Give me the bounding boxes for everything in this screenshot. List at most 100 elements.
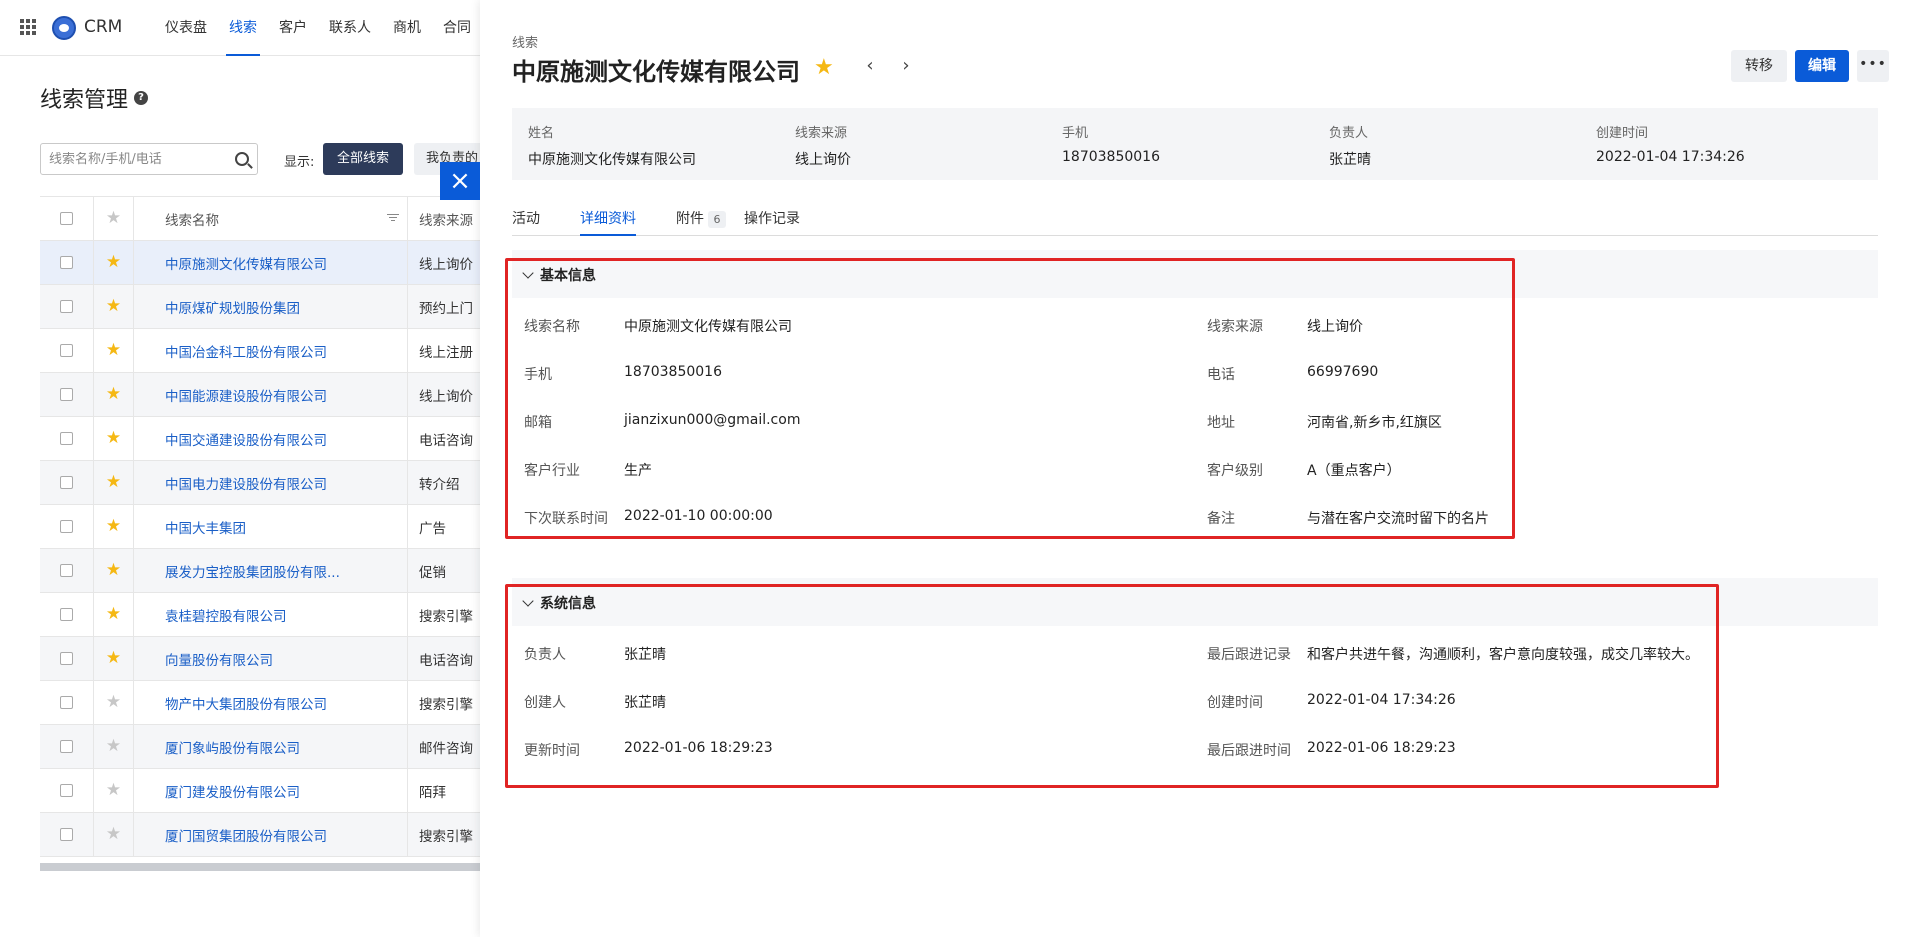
edit-button[interactable]: 编辑 — [1795, 50, 1849, 82]
star-filled-icon[interactable]: ★ — [106, 342, 121, 359]
field-value: 66997690 — [1307, 364, 1379, 380]
lead-name-link[interactable]: 中国能源建设股份有限公司 — [134, 373, 408, 416]
star-header-icon: ★ — [105, 208, 122, 228]
next-record-button[interactable]: › — [896, 54, 916, 78]
star-outline-icon[interactable]: ★ — [106, 826, 121, 843]
field-label: 客户级别 — [1207, 463, 1263, 479]
lead-name-link[interactable]: 中国交通建设股份有限公司 — [134, 417, 408, 460]
star-filled-icon[interactable]: ★ — [106, 298, 121, 315]
table-row[interactable]: ★ 中国电力建设股份有限公司 转介绍 — [40, 461, 480, 505]
row-checkbox[interactable] — [60, 344, 73, 357]
previous-record-button[interactable]: ‹ — [860, 54, 880, 78]
star-outline-icon[interactable]: ★ — [106, 738, 121, 755]
table-row[interactable]: ★ 袁桂碧控股有限公司 搜索引擎 — [40, 593, 480, 637]
star-filled-icon[interactable]: ★ — [106, 430, 121, 447]
lead-name-link[interactable]: 物产中大集团股份有限公司 — [134, 681, 408, 724]
row-checkbox[interactable] — [60, 476, 73, 489]
search-icon[interactable] — [235, 152, 249, 166]
row-checkbox[interactable] — [60, 432, 73, 445]
star-filled-icon[interactable]: ★ — [106, 562, 121, 579]
transfer-button[interactable]: 转移 — [1731, 50, 1787, 82]
close-drawer-button[interactable]: × — [440, 162, 480, 200]
row-checkbox[interactable] — [60, 564, 73, 577]
star-filled-icon[interactable]: ★ — [106, 254, 121, 271]
table-row[interactable]: ★ 厦门建发股份有限公司 陌拜 — [40, 769, 480, 813]
table-header-row: ★ 线索名称 线索来源 — [40, 197, 480, 241]
summary-mobile: 手机 18703850016 — [1062, 126, 1160, 165]
show-filter-label: 显示: — [284, 155, 315, 170]
nav-contacts[interactable]: 联系人 — [318, 0, 382, 56]
star-filled-icon[interactable]: ★ — [106, 650, 121, 667]
lead-source: 陌拜 — [419, 784, 446, 801]
star-filled-icon[interactable]: ★ — [106, 518, 121, 535]
field-label: 备注 — [1207, 511, 1235, 527]
favorite-star-icon[interactable]: ★ — [814, 55, 834, 80]
lead-name-link[interactable]: 中国冶金科工股份有限公司 — [134, 329, 408, 372]
table-row[interactable]: ★ 厦门国贸集团股份有限公司 搜索引擎 — [40, 813, 480, 857]
lead-name-link[interactable]: 展发力宝控股集团股份有限... — [134, 549, 408, 592]
apps-grid-icon[interactable] — [20, 19, 36, 35]
table-row[interactable]: ★ 中原煤矿规划股份集团 预约上门 — [40, 285, 480, 329]
table-row[interactable]: ★ 中国冶金科工股份有限公司 线上注册 — [40, 329, 480, 373]
nav-leads[interactable]: 线索 — [218, 0, 268, 56]
row-checkbox[interactable] — [60, 784, 73, 797]
lead-name-link[interactable]: 中国大丰集团 — [134, 505, 408, 548]
more-actions-button[interactable]: ••• — [1857, 50, 1889, 82]
row-checkbox[interactable] — [60, 828, 73, 841]
table-row[interactable]: ★ 展发力宝控股集团股份有限... 促销 — [40, 549, 480, 593]
lead-name-link[interactable]: 中国电力建设股份有限公司 — [134, 461, 408, 504]
field-value: 18703850016 — [624, 364, 722, 380]
nav-opportunities[interactable]: 商机 — [382, 0, 432, 56]
system-info-section-toggle[interactable]: 系统信息 — [522, 593, 596, 613]
tab-operation-log[interactable]: 操作记录 — [744, 208, 800, 236]
filter-all-leads-button[interactable]: 全部线索 — [323, 143, 404, 175]
nav-contracts[interactable]: 合同 — [432, 0, 482, 56]
row-checkbox[interactable] — [60, 696, 73, 709]
lead-list-body: ★ 中原施测文化传媒有限公司 线上询价 ★ 中原煤矿规划股份集团 预约上门 ★ 中国冶金科工股… — [40, 241, 480, 857]
field-value: 2022-01-04 17:34:26 — [1307, 692, 1456, 708]
column-filter-icon[interactable] — [387, 214, 399, 222]
table-row[interactable]: ★ 中原施测文化传媒有限公司 线上询价 — [40, 241, 480, 285]
table-row[interactable]: ★ 中国能源建设股份有限公司 线上询价 — [40, 373, 480, 417]
star-outline-icon[interactable]: ★ — [106, 694, 121, 711]
tab-attachments[interactable]: 附件 6 — [676, 208, 726, 236]
lead-name-link[interactable]: 厦门国贸集团股份有限公司 — [134, 813, 408, 856]
nav-dashboard[interactable]: 仪表盘 — [154, 0, 218, 56]
lead-name-link[interactable]: 厦门象屿股份有限公司 — [134, 725, 408, 768]
star-filled-icon[interactable]: ★ — [106, 386, 121, 403]
star-filled-icon[interactable]: ★ — [106, 474, 121, 491]
row-checkbox[interactable] — [60, 608, 73, 621]
row-checkbox[interactable] — [60, 520, 73, 533]
row-checkbox[interactable] — [60, 256, 73, 269]
lead-name-link[interactable]: 袁桂碧控股有限公司 — [134, 593, 408, 636]
lead-name-link[interactable]: 厦门建发股份有限公司 — [134, 769, 408, 812]
select-all-checkbox[interactable] — [60, 212, 73, 225]
tab-activity[interactable]: 活动 — [512, 208, 540, 236]
lead-search-input[interactable] — [49, 151, 235, 167]
table-row[interactable]: ★ 厦门象屿股份有限公司 邮件咨询 — [40, 725, 480, 769]
table-row[interactable]: ★ 中国大丰集团 广告 — [40, 505, 480, 549]
field-label: 手机 — [524, 367, 552, 383]
tab-details[interactable]: 详细资料 — [580, 208, 636, 236]
star-filled-icon[interactable]: ★ — [106, 606, 121, 623]
table-row[interactable]: ★ 向量股份有限公司 电话咨询 — [40, 637, 480, 681]
field-label: 创建时间 — [1207, 695, 1263, 711]
attachments-count-badge: 6 — [708, 211, 726, 228]
row-checkbox[interactable] — [60, 300, 73, 313]
lead-name-link[interactable]: 中原煤矿规划股份集团 — [134, 285, 408, 328]
nav-customers[interactable]: 客户 — [268, 0, 318, 56]
row-checkbox[interactable] — [60, 652, 73, 665]
table-row[interactable]: ★ 中国交通建设股份有限公司 电话咨询 — [40, 417, 480, 461]
help-icon[interactable]: ? — [134, 91, 149, 105]
row-checkbox[interactable] — [60, 388, 73, 401]
star-outline-icon[interactable]: ★ — [106, 782, 121, 799]
basic-info-section-toggle[interactable]: 基本信息 — [522, 265, 596, 285]
field-value: 2022-01-10 00:00:00 — [624, 508, 773, 524]
row-checkbox[interactable] — [60, 740, 73, 753]
column-header-source: 线索来源 — [419, 212, 473, 229]
table-row[interactable]: ★ 物产中大集团股份有限公司 搜索引擎 — [40, 681, 480, 725]
field-label: 线索来源 — [1207, 319, 1263, 335]
table-horizontal-scrollbar[interactable] — [40, 863, 480, 871]
lead-name-link[interactable]: 中原施测文化传媒有限公司 — [134, 241, 408, 284]
lead-name-link[interactable]: 向量股份有限公司 — [134, 637, 408, 680]
